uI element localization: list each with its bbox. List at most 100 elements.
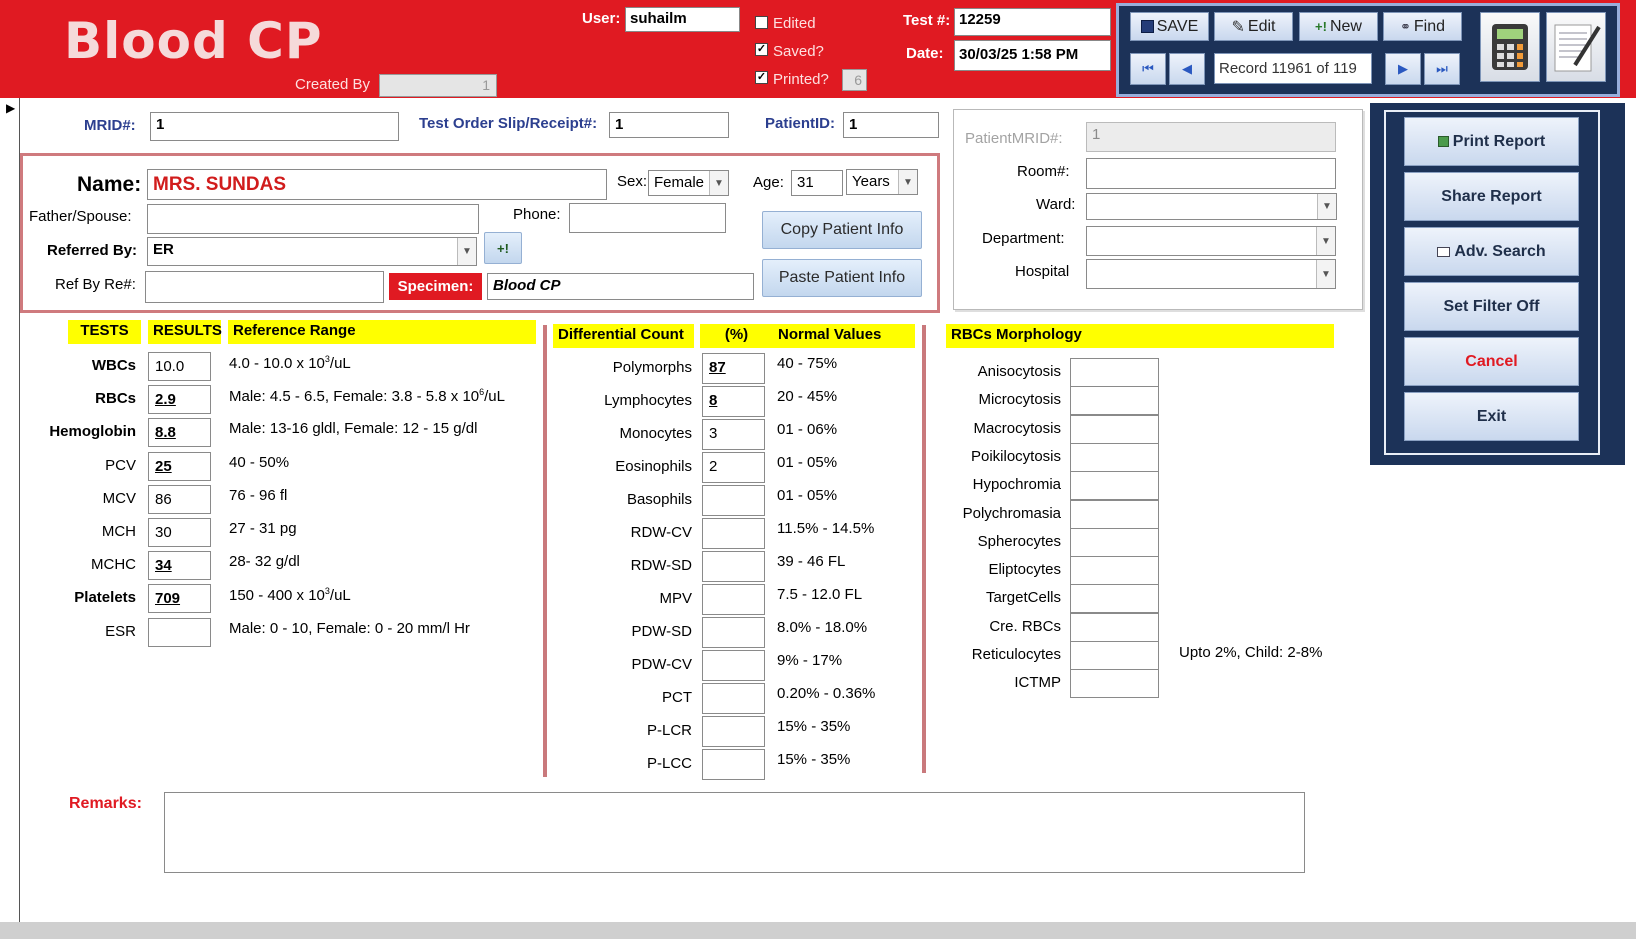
morphology-value-field[interactable] (1070, 471, 1159, 501)
created-by-field[interactable]: 1 (379, 74, 497, 97)
pencil-icon: ✎ (1231, 18, 1245, 36)
add-referrer-button[interactable]: +! (484, 232, 522, 264)
test-result-field[interactable]: 709 (148, 584, 211, 614)
record-selector-icon[interactable]: ▶ (6, 101, 15, 115)
morphology-value-field[interactable] (1070, 669, 1159, 699)
department-select[interactable]: ▼ (1086, 226, 1336, 256)
differential-percent-field[interactable] (702, 683, 765, 714)
differential-name-label: Eosinophils (615, 458, 692, 475)
test-result-field[interactable]: 2.9 (148, 385, 211, 415)
reference-text: 4.0 - 10.0 x 10 (229, 355, 325, 372)
previous-record-button[interactable]: ◀ (1169, 53, 1205, 85)
test-name-label: MCV (102, 489, 136, 507)
test-number-field[interactable]: 12259 (954, 8, 1111, 36)
differential-percent-field[interactable]: 8 (702, 386, 765, 417)
slip-field[interactable]: 1 (609, 112, 729, 138)
ward-select[interactable]: ▼ (1086, 193, 1337, 220)
differential-name-label: Monocytes (619, 425, 692, 442)
hospital-select[interactable]: ▼ (1086, 259, 1336, 289)
test-result-field[interactable] (148, 617, 211, 647)
test-result-field[interactable]: 30 (148, 518, 211, 547)
chevron-down-icon[interactable]: ▼ (709, 171, 728, 195)
printed-count-field[interactable]: 6 (842, 69, 867, 91)
age-unit-select[interactable]: Years ▼ (846, 169, 918, 195)
cancel-button[interactable]: Cancel (1404, 337, 1579, 386)
sex-select[interactable]: Female ▼ (648, 170, 729, 196)
mrid-field[interactable]: 1 (150, 112, 399, 141)
differential-name-label: RDW-CV (630, 524, 692, 541)
new-record-button[interactable]: +! New (1299, 12, 1378, 41)
test-result-field[interactable]: 10.0 (148, 352, 211, 381)
patient-mrid-field[interactable]: 1 (1086, 122, 1336, 152)
next-record-button[interactable]: ▶ (1385, 53, 1421, 85)
room-field[interactable] (1086, 158, 1336, 189)
chevron-down-icon[interactable]: ▼ (457, 238, 476, 265)
differential-percent-field[interactable] (702, 617, 765, 648)
chevron-down-icon[interactable]: ▼ (898, 170, 917, 194)
share-report-button[interactable]: Share Report (1404, 172, 1579, 221)
test-result-field[interactable]: 86 (148, 484, 211, 514)
test-reference-range: 28- 32 g/dl (229, 553, 300, 570)
calculator-button[interactable] (1480, 12, 1540, 82)
differential-percent-field[interactable] (702, 716, 765, 747)
age-field[interactable]: 31 (791, 170, 843, 196)
specimen-field[interactable]: Blood CP (487, 273, 754, 300)
differential-name-label: MPV (659, 590, 692, 607)
last-record-button[interactable]: ⏭ (1424, 53, 1460, 85)
test-reference-range: Male: 0 - 10, Female: 0 - 20 mm/l Hr (229, 620, 470, 637)
saved-checkbox[interactable]: ✓ (755, 43, 768, 56)
morphology-value-field[interactable] (1070, 442, 1159, 472)
morphology-name-label: Polychromasia (962, 504, 1061, 522)
test-name-label: ESR (105, 622, 136, 640)
morphology-value-field[interactable] (1070, 612, 1159, 642)
print-report-button[interactable]: Print Report (1404, 117, 1579, 166)
edited-checkbox[interactable] (755, 16, 768, 29)
patientid-field[interactable]: 1 (843, 112, 939, 138)
differential-percent-field[interactable]: 87 (702, 353, 765, 384)
exit-button[interactable]: Exit (1404, 392, 1579, 441)
morphology-value-field[interactable] (1070, 358, 1159, 387)
set-filter-off-button[interactable]: Set Filter Off (1404, 282, 1579, 331)
notes-button[interactable] (1546, 12, 1606, 82)
user-field[interactable]: suhailm (625, 7, 740, 32)
printed-checkbox[interactable]: ✓ (755, 71, 768, 84)
save-button[interactable]: SAVE (1130, 12, 1209, 41)
patient-name-field[interactable]: MRS. SUNDAS (147, 169, 607, 200)
morphology-value-field[interactable] (1070, 641, 1159, 670)
date-field[interactable]: 30/03/25 1:58 PM (954, 40, 1111, 71)
chevron-down-icon[interactable]: ▼ (1316, 227, 1335, 255)
phone-field[interactable] (569, 203, 726, 233)
morphology-value-field[interactable] (1070, 414, 1159, 444)
differential-percent-field[interactable] (702, 749, 765, 780)
morphology-value-field[interactable] (1070, 386, 1159, 416)
differential-percent-field[interactable]: 2 (702, 452, 765, 483)
department-label: Department: (982, 230, 1065, 247)
father-spouse-field[interactable] (147, 204, 479, 234)
remarks-field[interactable] (164, 792, 1305, 873)
test-result-field[interactable]: 8.8 (148, 418, 211, 448)
chevron-down-icon[interactable]: ▼ (1317, 194, 1336, 219)
differential-percent-field[interactable] (702, 518, 765, 549)
paste-patient-info-button[interactable]: Paste Patient Info (762, 259, 922, 297)
morphology-value-field[interactable] (1070, 527, 1159, 557)
differential-percent-field[interactable] (702, 650, 765, 681)
find-button[interactable]: ⚭ Find (1383, 12, 1462, 41)
edit-button[interactable]: ✎ Edit (1214, 12, 1293, 41)
morphology-value-field[interactable] (1070, 556, 1159, 586)
copy-patient-info-button[interactable]: Copy Patient Info (762, 211, 922, 249)
differential-percent-field[interactable] (702, 584, 765, 615)
first-record-button[interactable]: ⏮ (1130, 53, 1166, 85)
morphology-value-field[interactable] (1070, 584, 1159, 614)
advanced-search-button[interactable]: Adv. Search (1404, 227, 1579, 276)
test-result-field[interactable]: 34 (148, 551, 211, 581)
morphology-name-label: ICTMP (1014, 674, 1061, 692)
differential-percent-field[interactable] (702, 485, 765, 516)
test-result-field[interactable]: 25 (148, 451, 211, 481)
morphology-value-field[interactable] (1070, 499, 1159, 529)
differential-percent-field[interactable] (702, 551, 765, 582)
referred-by-select[interactable]: ER ▼ (147, 237, 477, 266)
differential-percent-field[interactable]: 3 (702, 419, 765, 450)
chevron-down-icon[interactable]: ▼ (1316, 260, 1335, 288)
reference-text: Male: 4.5 - 6.5, Female: 3.8 - 5.8 x 10 (229, 388, 480, 406)
ref-by-number-field[interactable] (145, 271, 384, 303)
